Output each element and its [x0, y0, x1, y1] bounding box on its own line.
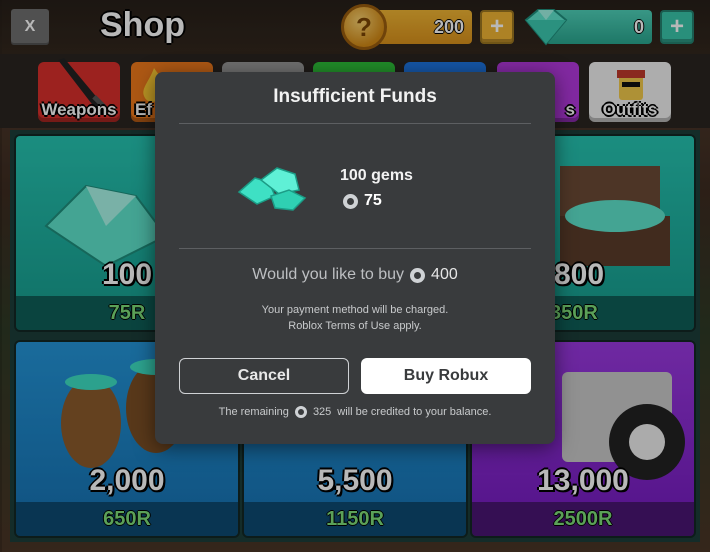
- insufficient-funds-dialog: Insufficient Funds 100 gems 75 Would you…: [155, 72, 555, 444]
- item-price: 75: [343, 192, 382, 210]
- buy-robux-button[interactable]: Buy Robux: [361, 358, 531, 394]
- robux-amount: 400: [431, 266, 458, 283]
- payment-note: Your payment method will be charged.: [261, 304, 449, 316]
- robux-icon: [294, 406, 307, 418]
- cancel-button[interactable]: Cancel: [179, 358, 349, 394]
- divider: [179, 123, 531, 124]
- question-text: Would you like to buy: [252, 266, 405, 283]
- robux-icon: [410, 267, 426, 283]
- gems-icon: [237, 167, 307, 211]
- item-price-value: 75: [364, 192, 382, 209]
- credit-amount: 325: [312, 406, 332, 418]
- dialog-title: Insufficient Funds: [273, 86, 437, 107]
- credit-note: The remaining 325 will be credited to yo…: [155, 406, 555, 418]
- robux-icon: [343, 193, 358, 209]
- purchase-question: Would you like to buy 400: [155, 266, 555, 284]
- item-name: 100 gems: [340, 167, 413, 184]
- credit-suffix: will be credited to your balance.: [337, 406, 492, 418]
- divider: [179, 248, 531, 249]
- credit-prefix: The remaining: [218, 406, 289, 418]
- terms-note: Roblox Terms of Use apply.: [288, 320, 422, 332]
